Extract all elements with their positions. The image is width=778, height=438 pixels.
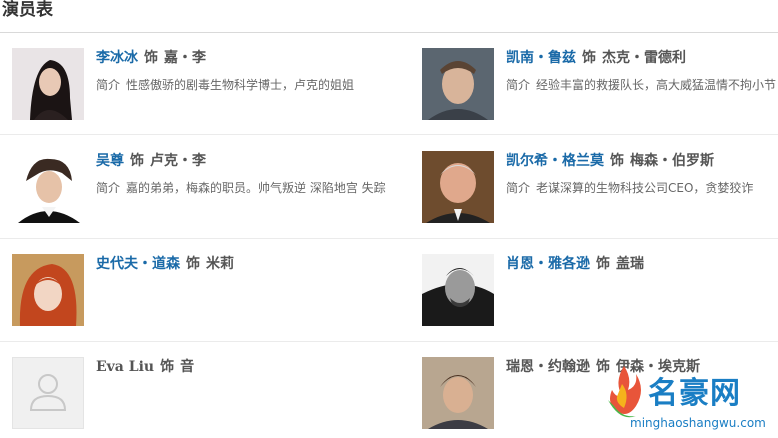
actor-name-link[interactable]: 吴尊 [96,153,124,169]
cast-card: 凯尔希・格兰莫饰梅森・伯罗斯 简介 老谋深算的生物科技公司CEO，贪婪狡诈 [422,151,778,231]
actor-photo[interactable] [12,254,84,326]
cast-card: 吴尊饰卢克・李 简介 嘉的弟弟，梅森的职员。帅气叛逆 深陷地宫 失踪 [12,151,386,231]
cast-title: 肖恩・雅各逊饰盖瑞 [506,254,778,274]
intro-label: 简介 [96,181,121,195]
watermark-brand: 名豪网 [648,376,741,411]
intro-label: 简介 [96,78,121,92]
cast-title: 李冰冰饰嘉・李 [96,48,382,68]
intro-label: 简介 [506,181,531,195]
actor-photo[interactable] [422,151,494,223]
user-placeholder-icon[interactable] [12,357,84,429]
role-name: 盖瑞 [616,256,644,272]
role-name: 梅森・伯罗斯 [630,153,714,169]
actor-name-link[interactable]: 凯尔希・格兰莫 [506,153,604,169]
cast-description: 简介 经验丰富的救援队长，高大威猛温情不拘小节 [506,75,778,95]
actor-name-link[interactable]: 凯南・鲁兹 [506,50,576,66]
role-name: 杰克・雷德利 [602,50,686,66]
cast-card: 史代夫・道森饰米莉 [12,254,382,334]
intro-label: 简介 [506,78,531,92]
intro-text: 经验丰富的救援队长，高大威猛温情不拘小节 [536,78,777,92]
actor-name-link[interactable]: 肖恩・雅各逊 [506,256,590,272]
actor-photo[interactable] [422,48,494,120]
actor-photo[interactable] [422,357,494,429]
intro-text: 老谋深算的生物科技公司CEO，贪婪狡诈 [536,181,754,195]
cast-title: 吴尊饰卢克・李 [96,151,382,171]
cast-title: Eva Liu 饰音 [96,357,382,377]
cast-description: 简介 老谋深算的生物科技公司CEO，贪婪狡诈 [506,178,778,198]
as-label: 饰 [186,256,200,272]
cast-description: 简介 性感傲骄的剧毒生物科学博士，卢克的姐姐 [96,75,382,95]
actor-photo[interactable] [12,48,84,120]
site-watermark: 名豪网 minghaoshangwu.com [602,360,778,438]
as-label: 饰 [130,153,144,169]
role-name: 音 [180,359,195,375]
cast-card: 凯南・鲁兹饰杰克・雷德利 简介 经验丰富的救援队长，高大威猛温情不拘小节 [422,48,778,128]
intro-text: 嘉的弟弟，梅森的职员。帅气叛逆 深陷地宫 失踪 [126,181,386,195]
intro-text: 性感傲骄的剧毒生物科学博士，卢克的姐姐 [126,78,355,92]
role-name: 嘉・李 [164,50,206,66]
actor-name-link[interactable]: 史代夫・道森 [96,256,180,272]
cast-card: 肖恩・雅各逊饰盖瑞 [422,254,778,334]
role-name: 卢克・李 [150,153,206,169]
actor-name-link[interactable]: 李冰冰 [96,50,138,66]
as-label: 饰 [610,153,624,169]
as-label: 饰 [144,50,158,66]
cast-card: Eva Liu 饰音 [12,357,382,437]
cast-card: 李冰冰饰嘉・李 简介 性感傲骄的剧毒生物科学博士，卢克的姐姐 [12,48,382,128]
actor-name-link[interactable]: 瑞恩・约翰逊 [506,359,590,375]
as-label: 饰 [582,50,596,66]
actor-photo[interactable] [422,254,494,326]
row-divider [0,341,778,342]
as-label: 饰 [160,359,175,375]
page-title: 演员表 [2,0,53,20]
watermark-url: minghaoshangwu.com [630,416,766,430]
cast-title: 凯尔希・格兰莫饰梅森・伯罗斯 [506,151,778,171]
as-label: 饰 [596,256,610,272]
cast-title: 凯南・鲁兹饰杰克・雷德利 [506,48,778,68]
actor-photo[interactable] [12,151,84,223]
cast-header: 演员表 [0,0,778,33]
flame-logo-icon [608,366,641,418]
actor-name-link[interactable]: Eva Liu [96,359,154,375]
cast-description: 简介 嘉的弟弟，梅森的职员。帅气叛逆 深陷地宫 失踪 [96,178,386,198]
cast-title: 史代夫・道森饰米莉 [96,254,382,274]
role-name: 米莉 [206,256,234,272]
row-divider [0,134,778,135]
row-divider [0,238,778,239]
